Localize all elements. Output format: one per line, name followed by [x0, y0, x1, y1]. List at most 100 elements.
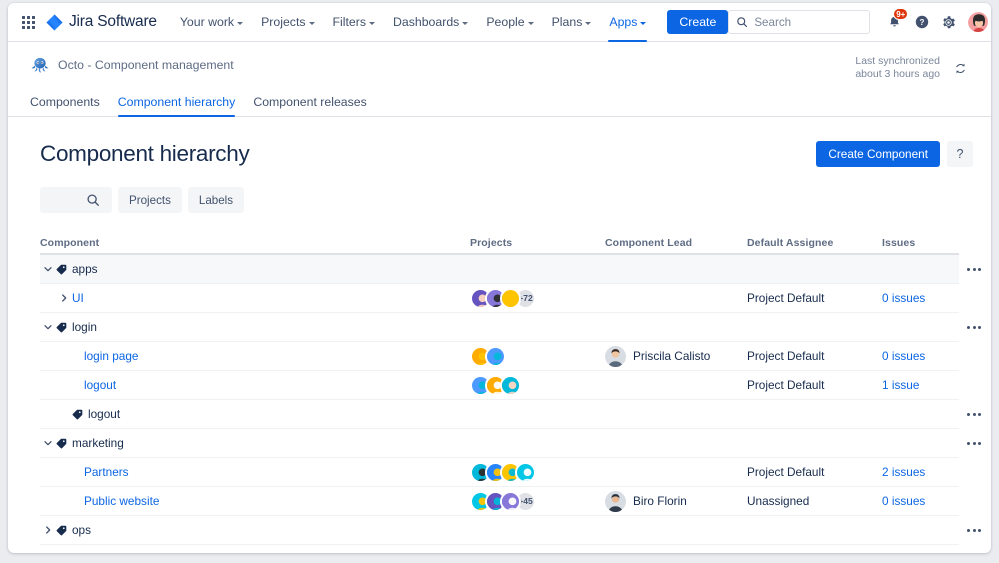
project-avatar[interactable]	[500, 374, 521, 396]
help-icon[interactable]: ?	[909, 10, 934, 35]
nav-item-label: Plans	[551, 15, 583, 29]
cell-component: UI	[40, 290, 470, 306]
cell-projects	[470, 345, 605, 367]
chevron-down-icon	[527, 21, 534, 25]
row-more-actions-icon[interactable]	[962, 403, 986, 425]
tab-component-hierarchy[interactable]: Component hierarchy	[117, 95, 235, 117]
row-more-actions-icon[interactable]	[962, 519, 986, 541]
row-more-actions-icon[interactable]	[962, 316, 986, 338]
cell-component-lead: Priscila Calisto	[605, 345, 747, 367]
project-avatar[interactable]	[500, 490, 521, 512]
table-row[interactable]: logout Project Default 1 issue	[40, 371, 959, 400]
tab-component-releases[interactable]: Component releases	[253, 95, 366, 116]
cell-projects: +72	[470, 287, 605, 309]
chevron-right-icon[interactable]	[40, 522, 56, 538]
chevron-right-icon[interactable]	[56, 290, 72, 306]
nav-item-dashboards[interactable]: Dashboards	[384, 3, 477, 41]
chevron-placeholder	[68, 464, 84, 480]
table-row[interactable]: login page Priscila Calisto Project Defaul…	[40, 342, 959, 371]
issues-link[interactable]: 0 issues	[882, 291, 925, 305]
table-row[interactable]: Partners Project Default 2 issues	[40, 458, 959, 487]
user-avatar[interactable]	[967, 11, 990, 33]
refresh-icon[interactable]	[948, 56, 973, 81]
project-avatar[interactable]	[485, 345, 506, 367]
table-group-row[interactable]: ops	[40, 516, 981, 545]
chevron-down-icon[interactable]	[40, 435, 56, 451]
help-button[interactable]: ?	[947, 141, 973, 167]
nav-item-your-work[interactable]: Your work	[171, 3, 252, 41]
nav-item-people[interactable]: People	[477, 3, 542, 41]
cell-issues: 0 issues	[882, 291, 962, 305]
project-avatar[interactable]	[515, 461, 536, 483]
svg-text:?: ?	[919, 18, 924, 27]
gear-icon[interactable]	[936, 10, 961, 35]
create-button[interactable]: Create	[667, 10, 729, 34]
cell-issues: 0 issues	[882, 494, 962, 508]
row-more-actions-icon[interactable]	[962, 432, 986, 454]
issues-link[interactable]: 0 issues	[882, 349, 925, 363]
table-group-row[interactable]: marketing	[40, 429, 981, 458]
project-breadcrumb[interactable]: Octo - Component management	[30, 55, 234, 75]
table-row[interactable]: Public website +45 Biro Florin Unassigned 0 …	[40, 487, 959, 516]
label-tag-icon	[56, 438, 67, 448]
create-component-button[interactable]: Create Component	[816, 141, 940, 167]
apps-grid-icon[interactable]	[16, 10, 40, 34]
tab-bar: Components Component hierarchy Component…	[8, 95, 991, 117]
cell-default-assignee: Unassigned	[747, 494, 882, 508]
issues-link[interactable]: 2 issues	[882, 465, 925, 479]
cell-default-assignee: Project Default	[747, 291, 882, 305]
chevron-down-icon	[585, 21, 592, 25]
chevron-down-icon[interactable]	[40, 319, 56, 335]
notification-bell-icon[interactable]: 9+	[882, 7, 909, 35]
project-avatar-stack	[470, 374, 521, 396]
issues-link[interactable]: 0 issues	[882, 494, 925, 508]
chevron-down-icon[interactable]	[40, 261, 56, 277]
jira-logo-icon	[46, 14, 63, 30]
settings-glyph	[943, 15, 956, 28]
global-navigation: Jira Software Your work Projects Filters…	[8, 3, 991, 42]
table-group-row[interactable]: apps	[40, 255, 981, 284]
project-header: Octo - Component management Last synchro…	[8, 42, 991, 81]
search-input[interactable]: Search	[728, 10, 871, 34]
component-group-label: ops	[72, 523, 92, 537]
component-link[interactable]: Public website	[84, 494, 159, 508]
column-header-component: Component	[40, 237, 100, 249]
search-placeholder: Search	[754, 15, 792, 29]
sync-status: Last synchronized about 3 hours ago	[855, 55, 973, 81]
issues-link[interactable]: 1 issue	[882, 378, 919, 392]
nav-item-plans[interactable]: Plans	[543, 3, 601, 41]
app-card: Jira Software Your work Projects Filters…	[8, 3, 991, 553]
tab-components[interactable]: Components	[30, 95, 100, 116]
label-tag-icon	[72, 409, 83, 419]
filter-chip-projects[interactable]: Projects	[118, 187, 182, 213]
lead-name: Biro Florin	[633, 494, 687, 508]
row-more-actions-icon[interactable]	[962, 258, 986, 280]
project-avatar[interactable]	[500, 287, 521, 309]
nav-item-projects[interactable]: Projects	[252, 3, 323, 41]
lead-avatar[interactable]	[605, 345, 626, 367]
cell-actions	[962, 403, 986, 425]
lead-name: Priscila Calisto	[633, 349, 711, 363]
project-avatar-stack	[470, 461, 536, 483]
jira-brand[interactable]: Jira Software	[46, 13, 157, 31]
table-body: apps UI +72 Project Default 0 issues login log…	[40, 255, 981, 545]
table-group-row[interactable]: login	[40, 313, 981, 342]
cell-actions	[962, 258, 986, 280]
table-group-row[interactable]: logout	[40, 400, 981, 429]
nav-item-label: People	[486, 15, 525, 29]
chevron-placeholder	[68, 377, 84, 393]
component-link[interactable]: logout	[84, 378, 116, 392]
chevron-down-icon	[369, 21, 375, 25]
component-link[interactable]: login page	[84, 349, 138, 363]
column-header-issues: Issues	[882, 237, 916, 249]
filter-chip-labels[interactable]: Labels	[187, 187, 245, 213]
nav-item-filters[interactable]: Filters	[324, 3, 384, 41]
cell-component: login page	[40, 348, 470, 364]
nav-item-apps[interactable]: Apps	[600, 3, 655, 42]
component-link[interactable]: Partners	[84, 465, 129, 479]
lead-avatar[interactable]	[605, 490, 626, 512]
component-search-input[interactable]	[40, 187, 112, 213]
table-row[interactable]: UI +72 Project Default 0 issues	[40, 284, 959, 313]
component-link[interactable]: UI	[72, 291, 84, 305]
project-name: Octo - Component management	[58, 58, 234, 72]
